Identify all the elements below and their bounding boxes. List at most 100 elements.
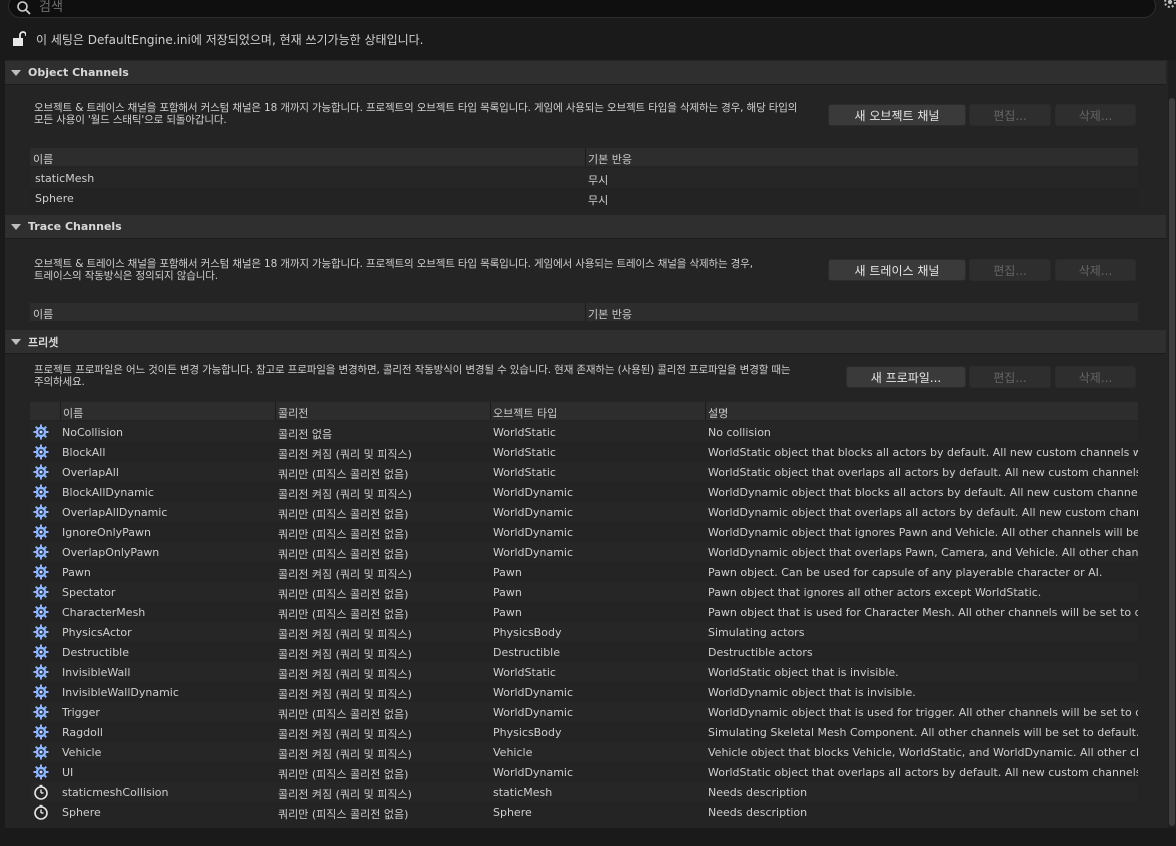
profile-object-type: WorldStatic — [493, 466, 556, 479]
search-icon — [17, 1, 31, 15]
delete-object-channel-button[interactable]: 삭제... — [1055, 104, 1136, 126]
description-line: 모든 사용이 '월드 스태틱'으로 되돌아갑니다. — [34, 114, 227, 126]
table-row[interactable]: staticmeshCollision 콜리전 켜짐 (쿼리 및 피직스) stat… — [30, 782, 1138, 802]
column-header-name[interactable]: 이름 — [33, 151, 53, 167]
profile-name: Vehicle — [62, 746, 102, 759]
table-row[interactable]: Pawn 콜리전 켜짐 (쿼리 및 피직스) Pawn Pawn object. Ca… — [30, 562, 1138, 582]
channel-name: staticMesh — [35, 172, 95, 185]
table-row[interactable]: InvisibleWall 콜리전 켜짐 (쿼리 및 피직스) WorldStati… — [30, 662, 1138, 682]
column-header-name[interactable]: 이름 — [33, 306, 53, 322]
trace-channels-description: 오브젝트 & 트레이스 채널을 포함해서 커스텀 채널은 18 개까지 가능합니… — [34, 258, 824, 282]
edit-profile-button[interactable]: 편집... — [969, 366, 1051, 388]
column-header-name[interactable]: 이름 — [63, 405, 83, 421]
table-row[interactable]: Destructible 콜리전 켜짐 (쿼리 및 피직스) Destructibl… — [30, 642, 1138, 662]
section-title: Object Channels — [28, 66, 129, 79]
profile-object-type: Vehicle — [493, 746, 533, 759]
new-profile-button[interactable]: 새 프로파일... — [846, 366, 966, 388]
profile-description: WorldDynamic object that is invisible. — [708, 686, 916, 699]
new-object-channel-button[interactable]: 새 오브젝트 채널 — [828, 104, 966, 126]
engine-gear-icon — [33, 604, 49, 623]
table-row[interactable]: InvisibleWallDynamic 콜리전 켜짐 (쿼리 및 피직스) Wor… — [30, 682, 1138, 702]
table-row[interactable]: OverlapAllDynamic 쿼리만 (피직스 콜리전 없음) WorldDy… — [30, 502, 1138, 522]
engine-gear-icon — [33, 564, 49, 583]
profile-collision: 쿼리만 (피직스 콜리전 없음) — [278, 608, 409, 621]
column-divider[interactable] — [60, 402, 61, 420]
settings-gear-icon[interactable] — [1160, 0, 1176, 14]
delete-profile-button[interactable]: 삭제... — [1055, 366, 1136, 388]
profile-collision: 쿼리만 (피직스 콜리전 없음) — [278, 548, 409, 561]
profile-name: PhysicsActor — [62, 626, 132, 639]
profile-name: Sphere — [62, 806, 101, 819]
profile-description: WorldDynamic object that overlaps all ac… — [708, 506, 1138, 519]
table-row[interactable]: UI 쿼리만 (피직스 콜리전 없음) WorldDynamic WorldStati… — [30, 762, 1138, 782]
column-header-object-type[interactable]: 오브젝트 타입 — [493, 405, 557, 421]
collapse-arrow-icon[interactable] — [11, 69, 21, 76]
table-row[interactable]: Spectator 쿼리만 (피직스 콜리전 없음) Pawn Pawn object… — [30, 582, 1138, 602]
column-divider[interactable] — [490, 402, 491, 420]
stopwatch-icon — [33, 804, 49, 823]
profile-name: Trigger — [62, 706, 100, 719]
table-row[interactable]: OverlapOnlyPawn 쿼리만 (피직스 콜리전 없음) WorldDyna… — [30, 542, 1138, 562]
profile-object-type: staticMesh — [493, 786, 553, 799]
table-row[interactable]: BlockAllDynamic 콜리전 켜짐 (쿼리 및 피직스) WorldDyn… — [30, 482, 1138, 502]
profile-name: NoCollision — [62, 426, 124, 439]
profile-description: Simulating Skeletal Mesh Component. All … — [708, 726, 1138, 739]
description-line: 주의하세요. — [34, 376, 85, 388]
table-row[interactable]: BlockAll 콜리전 켜짐 (쿼리 및 피직스) WorldStatic Worl… — [30, 442, 1138, 462]
column-divider[interactable] — [585, 148, 586, 166]
presets-description: 프로젝트 프로파일은 어느 것이든 변경 가능합니다. 참고로 프로파일을 변경… — [34, 364, 834, 388]
table-row[interactable]: Trigger 쿼리만 (피직스 콜리전 없음) WorldDynamic World… — [30, 702, 1138, 722]
engine-gear-icon — [33, 424, 49, 443]
table-row[interactable]: IgnoreOnlyPawn 쿼리만 (피직스 콜리전 없음) WorldDynam… — [30, 522, 1138, 542]
column-header-collision[interactable]: 콜리전 — [278, 405, 308, 421]
search-input[interactable] — [39, 0, 1139, 16]
engine-gear-icon — [33, 724, 49, 743]
trace-channels-header[interactable]: Trace Channels — [5, 215, 1166, 239]
engine-gear-icon — [33, 744, 49, 763]
new-trace-channel-button[interactable]: 새 트레이스 채널 — [828, 259, 966, 281]
collapse-arrow-icon[interactable] — [11, 338, 21, 345]
profile-name: Spectator — [62, 586, 116, 599]
table-row[interactable]: Vehicle 콜리전 켜짐 (쿼리 및 피직스) Vehicle Vehicle o… — [30, 742, 1138, 762]
collision-settings-window: 이 세팅은 DefaultEngine.ini에 저장되었으며, 현재 쓰기가능… — [0, 0, 1176, 846]
column-header-description[interactable]: 설명 — [708, 405, 728, 421]
edit-object-channel-button[interactable]: 편집... — [969, 104, 1051, 126]
object-channels-header[interactable]: Object Channels — [5, 61, 1166, 85]
delete-trace-channel-button[interactable]: 삭제... — [1055, 259, 1136, 281]
table-row[interactable]: CharacterMesh 쿼리만 (피직스 콜리전 없음) Pawn Pawn ob… — [30, 602, 1138, 622]
edit-trace-channel-button[interactable]: 편집... — [969, 259, 1051, 281]
search-field[interactable] — [8, 0, 1156, 18]
presets-table-header: 이름 콜리전 오브젝트 타입 설명 — [30, 402, 1138, 420]
column-divider[interactable] — [585, 303, 586, 321]
description-line: 프로젝트 프로파일은 어느 것이든 변경 가능합니다. 참고로 프로파일을 변경… — [34, 364, 791, 376]
profile-object-type: WorldDynamic — [493, 766, 574, 779]
profile-name: OverlapOnlyPawn — [62, 546, 160, 559]
config-status-notice: 이 세팅은 DefaultEngine.ini에 저장되었으며, 현재 쓰기가능… — [12, 30, 424, 48]
profile-name: OverlapAll — [62, 466, 119, 479]
engine-gear-icon — [33, 484, 49, 503]
profile-collision: 콜리전 켜짐 (쿼리 및 피직스) — [278, 648, 412, 661]
column-divider[interactable] — [275, 402, 276, 420]
column-divider[interactable] — [705, 402, 706, 420]
profile-name: BlockAll — [62, 446, 106, 459]
table-row[interactable]: Ragdoll 콜리전 켜짐 (쿼리 및 피직스) PhysicsBody Simul… — [30, 722, 1138, 742]
profile-collision: 쿼리만 (피직스 콜리전 없음) — [278, 708, 409, 721]
table-row[interactable]: Sphere 쿼리만 (피직스 콜리전 없음) Sphere Needs descri… — [30, 802, 1138, 822]
column-header-default-response[interactable]: 기본 반응 — [588, 306, 632, 322]
profile-description: WorldDynamic object that ignores Pawn an… — [708, 526, 1138, 539]
profile-description: WorldDynamic object that blocks all acto… — [708, 486, 1138, 499]
unlocked-lock-icon[interactable] — [12, 31, 26, 47]
table-row[interactable]: Sphere 무시 — [30, 188, 1138, 208]
profile-description: Pawn object that ignores all other actor… — [708, 586, 1042, 599]
column-header-default-response[interactable]: 기본 반응 — [588, 151, 632, 167]
table-row[interactable]: OverlapAll 쿼리만 (피직스 콜리전 없음) WorldStatic Wor… — [30, 462, 1138, 482]
collapse-arrow-icon[interactable] — [11, 223, 21, 230]
profile-name: OverlapAllDynamic — [62, 506, 168, 519]
profile-object-type: Sphere — [493, 806, 532, 819]
presets-header[interactable]: 프리셋 — [5, 330, 1166, 354]
table-row[interactable]: PhysicsActor 콜리전 켜짐 (쿼리 및 피직스) PhysicsBody… — [30, 622, 1138, 642]
table-row[interactable]: NoCollision 콜리전 없음 WorldStatic No collision — [30, 422, 1138, 442]
table-row[interactable]: staticMesh 무시 — [30, 168, 1138, 188]
scrollbar-thumb[interactable] — [1169, 98, 1175, 826]
profile-description: WorldDynamic object that is used for tri… — [708, 706, 1138, 719]
